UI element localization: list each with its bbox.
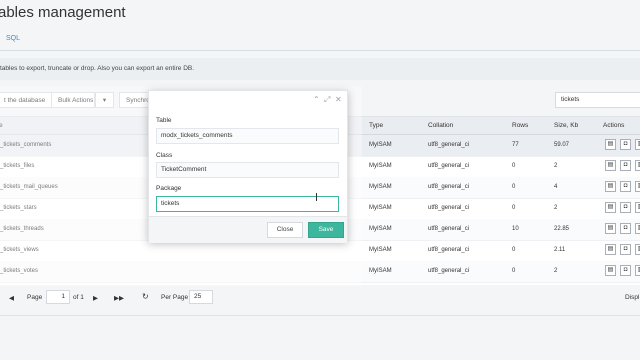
table-type-cell: MyISAM xyxy=(369,247,392,253)
table-type-cell: MyISAM xyxy=(369,163,392,169)
modal-header: ⌃ ⤢ ✕ xyxy=(149,91,347,109)
close-button[interactable]: Close xyxy=(267,222,303,238)
table-rows-cell: 0 xyxy=(512,184,516,190)
expand-icon[interactable]: ⤢ xyxy=(324,95,330,105)
table-collation-cell: utf8_general_ci xyxy=(428,163,470,169)
page-number-input[interactable]: 1 xyxy=(46,290,70,304)
view-table-icon[interactable]: ▤ xyxy=(605,223,616,234)
table-field[interactable]: modx_tickets_comments xyxy=(156,128,339,144)
view-table-icon[interactable]: ▤ xyxy=(605,139,616,150)
table-collation-cell: utf8_general_ci xyxy=(428,205,470,211)
drop-table-icon[interactable]: ▥ xyxy=(635,265,640,276)
close-icon[interactable]: ✕ xyxy=(335,95,342,104)
truncate-table-icon[interactable]: ◘ xyxy=(620,160,631,171)
table-collation-cell: utf8_general_ci xyxy=(428,268,470,274)
column-header-actions: Actions xyxy=(603,122,625,129)
column-header-size[interactable]: Size, Kb xyxy=(554,122,578,129)
table-size-cell: 2 xyxy=(554,205,558,211)
modal-footer: Close Save xyxy=(149,216,347,243)
search-input[interactable]: tickets xyxy=(555,92,640,108)
table-rows-cell: 0 xyxy=(512,268,516,274)
per-page-label: Per Page xyxy=(161,294,189,301)
drop-table-icon[interactable]: ▥ xyxy=(635,223,640,234)
next-page-icon[interactable]: ▶ xyxy=(93,294,98,302)
save-button[interactable]: Save xyxy=(308,222,344,238)
class-field-label: Class xyxy=(156,152,173,159)
view-table-icon[interactable]: ▤ xyxy=(605,160,616,171)
tab-sql[interactable]: SQL xyxy=(6,35,20,42)
table-rows-cell: 0 xyxy=(512,163,516,169)
table-collation-cell: utf8_general_ci xyxy=(428,247,470,253)
view-table-icon[interactable]: ▤ xyxy=(605,244,616,255)
display-info: Displ xyxy=(625,294,640,301)
table-collation-cell: utf8_general_ci xyxy=(428,184,470,190)
table-size-cell: 4 xyxy=(554,184,558,190)
package-field[interactable]: tickets xyxy=(156,196,339,212)
view-table-icon[interactable]: ▤ xyxy=(605,265,616,276)
truncate-table-icon[interactable]: ◘ xyxy=(620,265,631,276)
refresh-icon[interactable]: ↻ xyxy=(142,292,149,301)
text-cursor xyxy=(316,193,317,201)
drop-table-icon[interactable]: ▥ xyxy=(635,181,640,192)
table-type-cell: MyISAM xyxy=(369,184,392,190)
column-header-type[interactable]: Type xyxy=(369,122,383,129)
truncate-table-icon[interactable]: ◘ xyxy=(620,223,631,234)
last-page-icon[interactable]: ▶▶ xyxy=(114,294,124,302)
class-field[interactable]: TicketComment xyxy=(156,162,339,178)
table-type-cell: MyISAM xyxy=(369,205,392,211)
table-field-label: Table xyxy=(156,117,172,124)
drop-table-icon[interactable]: ▥ xyxy=(635,139,640,150)
table-class-modal: ⌃ ⤢ ✕ Table modx_tickets_comments Class … xyxy=(148,90,348,243)
page-label: Page xyxy=(27,294,43,301)
page-count-label: of 1 xyxy=(73,294,84,301)
truncate-table-icon[interactable]: ◘ xyxy=(620,244,631,255)
table-type-cell: MyISAM xyxy=(369,142,392,148)
table-size-cell: 59.07 xyxy=(554,142,570,148)
truncate-table-icon[interactable]: ◘ xyxy=(620,181,631,192)
pager: ◀ Page 1 of 1 ▶ ▶▶ ↻ Per Page 25 Displ xyxy=(0,288,640,308)
view-table-icon[interactable]: ▤ xyxy=(605,202,616,213)
truncate-table-icon[interactable]: ◘ xyxy=(620,139,631,150)
tabs-bar: SQL xyxy=(0,28,640,51)
table-collation-cell: utf8_general_ci xyxy=(428,142,470,148)
collapse-icon[interactable]: ⌃ xyxy=(313,95,320,104)
table-rows-cell: 10 xyxy=(512,226,519,232)
table-rows-cell: 77 xyxy=(512,142,519,148)
prev-page-icon[interactable]: ◀ xyxy=(9,294,14,302)
description-text: tables to export, truncate or drop. Also… xyxy=(0,65,195,72)
table-size-cell: 2 xyxy=(554,268,558,274)
table-type-cell: MyISAM xyxy=(369,226,392,232)
table-rows-cell: 0 xyxy=(512,205,516,211)
drop-table-icon[interactable]: ▥ xyxy=(635,244,640,255)
table-size-cell: 2.11 xyxy=(554,247,566,253)
page-title: ables management xyxy=(0,4,126,21)
column-header-rows[interactable]: Rows xyxy=(512,122,528,129)
table-rows-cell: 0 xyxy=(512,247,516,253)
description-panel: tables to export, truncate or drop. Also… xyxy=(0,58,640,80)
table-size-cell: 22.85 xyxy=(554,226,570,232)
truncate-table-icon[interactable]: ◘ xyxy=(620,202,631,213)
footer-divider xyxy=(0,315,640,316)
view-table-icon[interactable]: ▤ xyxy=(605,181,616,192)
drop-table-icon[interactable]: ▥ xyxy=(635,160,640,171)
table-type-cell: MyISAM xyxy=(369,268,392,274)
table-collation-cell: utf8_general_ci xyxy=(428,226,470,232)
table-size-cell: 2 xyxy=(554,163,558,169)
per-page-input[interactable]: 25 xyxy=(189,290,213,304)
drop-table-icon[interactable]: ▥ xyxy=(635,202,640,213)
package-field-label: Package xyxy=(156,185,182,192)
column-header-collation[interactable]: Collation xyxy=(428,122,453,129)
